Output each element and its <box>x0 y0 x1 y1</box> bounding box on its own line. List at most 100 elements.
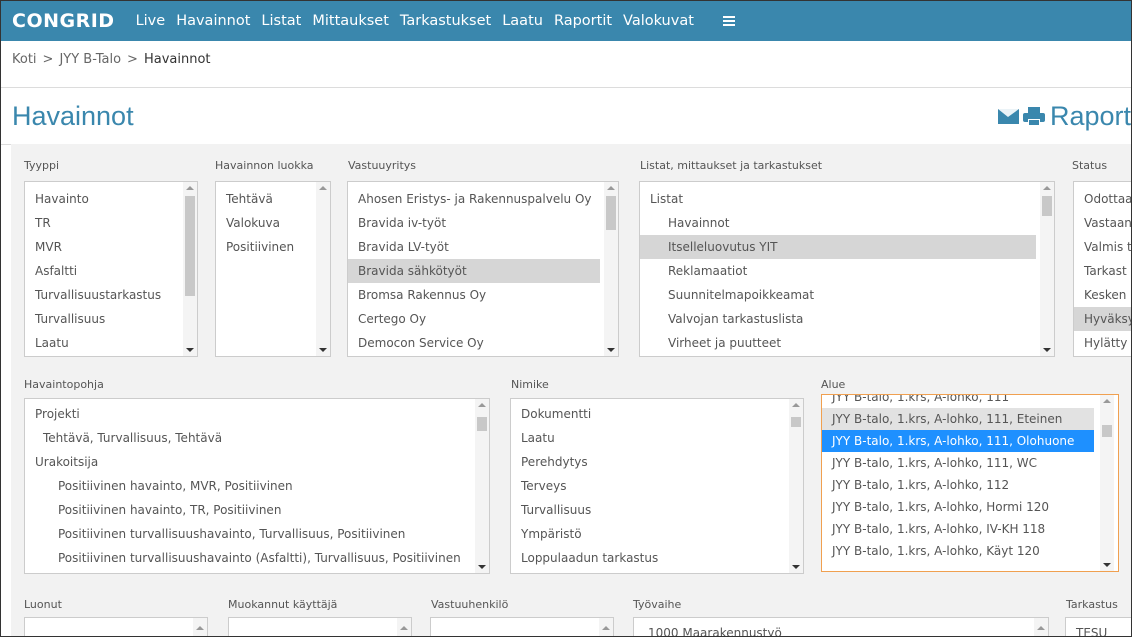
list-item[interactable]: Positiivinen havainto, TR, Positiivinen <box>25 498 471 522</box>
scrollbar[interactable] <box>1100 395 1114 571</box>
list-item[interactable]: Positiivinen turvallisuushavainto (Asfal… <box>25 546 471 570</box>
congrid-logo[interactable]: CONGRID <box>12 10 115 32</box>
list-item[interactable]: Hylätty <box>1074 331 1131 355</box>
page-title: Havainnot <box>12 101 134 131</box>
scrollbar[interactable] <box>604 182 618 356</box>
list-item[interactable]: Dokumentti <box>511 402 785 426</box>
scrollbar[interactable] <box>475 399 489 573</box>
tyovaihe-listbox[interactable]: 1000 Maarakennustyö <box>633 617 1049 636</box>
scrollbar[interactable] <box>316 182 330 356</box>
list-item-selected[interactable]: Bravida sähkötyöt <box>348 259 600 283</box>
nav-item-havainnot[interactable]: Havainnot <box>176 13 250 29</box>
status-listbox[interactable]: Odottaa Vastaan Valmis t Tarkast Kesken … <box>1073 181 1131 357</box>
list-item[interactable]: Valvojan tarkastuslista <box>640 307 1036 331</box>
list-item[interactable]: Reklamaatiot <box>640 259 1036 283</box>
list-item[interactable]: Positiivinen havainto, MVR, Positiivinen <box>25 474 471 498</box>
list-item[interactable]: Bravida LV-työt <box>348 235 600 259</box>
list-item[interactable]: Laatu <box>511 426 785 450</box>
list-item[interactable]: Tehtävä, Turvallisuus, Tehtävä <box>25 426 471 450</box>
list-item[interactable]: Asfaltti <box>25 259 197 283</box>
vastuuhenkilo-listbox[interactable] <box>430 617 614 636</box>
list-item[interactable]: Loppulaadun tarkastus <box>511 546 785 570</box>
list-item[interactable]: JYY B-talo, 1.krs, A-lohko, 111 <box>822 395 1094 408</box>
list-item[interactable]: Vastaan <box>1074 211 1131 235</box>
nav-item-mittaukset[interactable]: Mittaukset <box>312 13 389 29</box>
luokka-listbox[interactable]: Tehtävä Valokuva Positiivinen <box>215 181 331 357</box>
list-item[interactable]: Havainto <box>25 187 197 211</box>
envelope-icon[interactable] <box>997 109 1019 124</box>
list-item[interactable]: Tarkast <box>1074 259 1131 283</box>
list-item[interactable]: Suunnitelmapoikkeamat <box>640 283 1036 307</box>
list-item[interactable]: TESU <box>1066 618 1131 636</box>
tyyppi-listbox[interactable]: Havainto TR MVR Asfaltti Turvallisuustar… <box>24 181 198 357</box>
breadcrumb-koti[interactable]: Koti <box>12 52 37 67</box>
nav-item-listat[interactable]: Listat <box>261 13 301 29</box>
list-item[interactable]: Odottaa <box>1074 187 1131 211</box>
list-item[interactable]: Turvallisuus <box>25 307 197 331</box>
list-item[interactable]: Democon Service Oy <box>348 331 600 355</box>
list-item[interactable]: Tehtävä <box>216 187 330 211</box>
list-item[interactable]: Terveys <box>511 474 785 498</box>
scrollbar[interactable] <box>599 618 613 636</box>
list-item[interactable]: Urakoitsija <box>25 450 471 474</box>
list-item[interactable]: JYY B-talo, 1.krs, A-lohko, Käyt 120 <box>822 540 1094 562</box>
list-item[interactable]: Listat <box>640 187 1036 211</box>
list-item-selected[interactable]: JYY B-talo, 1.krs, A-lohko, 111, Olohuon… <box>822 430 1094 452</box>
list-item[interactable]: Valmis t <box>1074 235 1131 259</box>
luonut-label: Luonut <box>24 598 62 611</box>
list-item[interactable]: JYY B-talo, 1.krs, A-lohko, 111, WC <box>822 452 1094 474</box>
list-item[interactable]: Ympäristö <box>511 522 785 546</box>
scrollbar[interactable] <box>789 399 803 573</box>
nav-item-valokuvat[interactable]: Valokuvat <box>623 13 694 29</box>
list-item[interactable]: MVR <box>25 235 197 259</box>
nimike-listbox[interactable]: Dokumentti Laatu Perehdytys Terveys Turv… <box>510 398 804 574</box>
list-item[interactable]: Laatu <box>25 331 197 355</box>
list-item-selected[interactable]: Itselleluovutus YIT <box>640 235 1036 259</box>
tarkastus-label: Tarkastus <box>1066 598 1118 611</box>
tyovaihe-label: Työvaihe <box>633 598 682 611</box>
list-item[interactable]: JYY B-talo, 1.krs, A-lohko, Hormi 120 <box>822 496 1094 518</box>
breadcrumb-project[interactable]: JYY B-Talo <box>59 52 121 67</box>
printer-icon[interactable] <box>1022 107 1045 126</box>
list-item[interactable]: JYY B-talo, 1.krs, A-lohko, IV-KH 118 <box>822 518 1094 540</box>
list-item[interactable]: 1000 Maarakennustyö <box>634 618 1048 636</box>
list-item[interactable]: Turvallisuus <box>511 498 785 522</box>
list-menu-icon[interactable] <box>722 15 735 27</box>
nav-item-raportit[interactable]: Raportit <box>554 13 612 29</box>
scrollbar[interactable] <box>183 182 197 356</box>
alue-listbox[interactable]: JYY B-talo, 1.krs, A-lohko, 111 JYY B-ta… <box>821 394 1119 572</box>
list-item[interactable]: Bromsa Rakennus Oy <box>348 283 600 307</box>
status-label: Status <box>1072 159 1108 172</box>
scrollbar[interactable] <box>193 618 207 636</box>
nav-item-tarkastukset[interactable]: Tarkastukset <box>400 13 491 29</box>
list-item[interactable]: Positiivinen <box>216 235 330 259</box>
vastuuyritys-listbox[interactable]: Ahosen Eristys- ja Rakennuspalvelu Oy Br… <box>347 181 619 357</box>
list-item[interactable]: Kesken <box>1074 283 1131 307</box>
list-item[interactable]: Havainnot <box>640 211 1036 235</box>
list-item-highlighted[interactable]: JYY B-talo, 1.krs, A-lohko, 111, Eteinen <box>822 408 1094 430</box>
scrollbar[interactable] <box>1040 182 1054 356</box>
raport-link[interactable]: Raport <box>1050 101 1131 132</box>
list-item[interactable]: Perehdytys <box>511 450 785 474</box>
list-item[interactable]: Bravida iv-työt <box>348 211 600 235</box>
nimike-label: Nimike <box>511 378 549 391</box>
list-item[interactable]: Certego Oy <box>348 307 600 331</box>
muokannut-listbox[interactable] <box>228 617 412 636</box>
list-item[interactable]: Turvallisuustarkastus <box>25 283 197 307</box>
scrollbar[interactable] <box>397 618 411 636</box>
nav-item-live[interactable]: Live <box>136 13 166 29</box>
scrollbar[interactable] <box>1034 618 1048 636</box>
list-item[interactable]: Positiivinen turvallisuushavainto, Turva… <box>25 522 471 546</box>
list-item[interactable]: JYY B-talo, 1.krs, A-lohko, 112 <box>822 474 1094 496</box>
list-item[interactable]: Ahosen Eristys- ja Rakennuspalvelu Oy <box>348 187 600 211</box>
luonut-listbox[interactable] <box>24 617 208 636</box>
list-item[interactable]: Projekti <box>25 402 471 426</box>
list-item[interactable]: Virheet ja puutteet <box>640 331 1036 355</box>
tarkastus-listbox[interactable]: TESU <box>1065 617 1131 636</box>
havaintopohja-listbox[interactable]: Projekti Tehtävä, Turvallisuus, Tehtävä … <box>24 398 490 574</box>
list-item[interactable]: TR <box>25 211 197 235</box>
nav-item-laatu[interactable]: Laatu <box>502 13 543 29</box>
list-item-selected[interactable]: Hyväksy <box>1074 307 1131 331</box>
list-item[interactable]: Valokuva <box>216 211 330 235</box>
listat-listbox[interactable]: Listat Havainnot Itselleluovutus YIT Rek… <box>639 181 1055 357</box>
